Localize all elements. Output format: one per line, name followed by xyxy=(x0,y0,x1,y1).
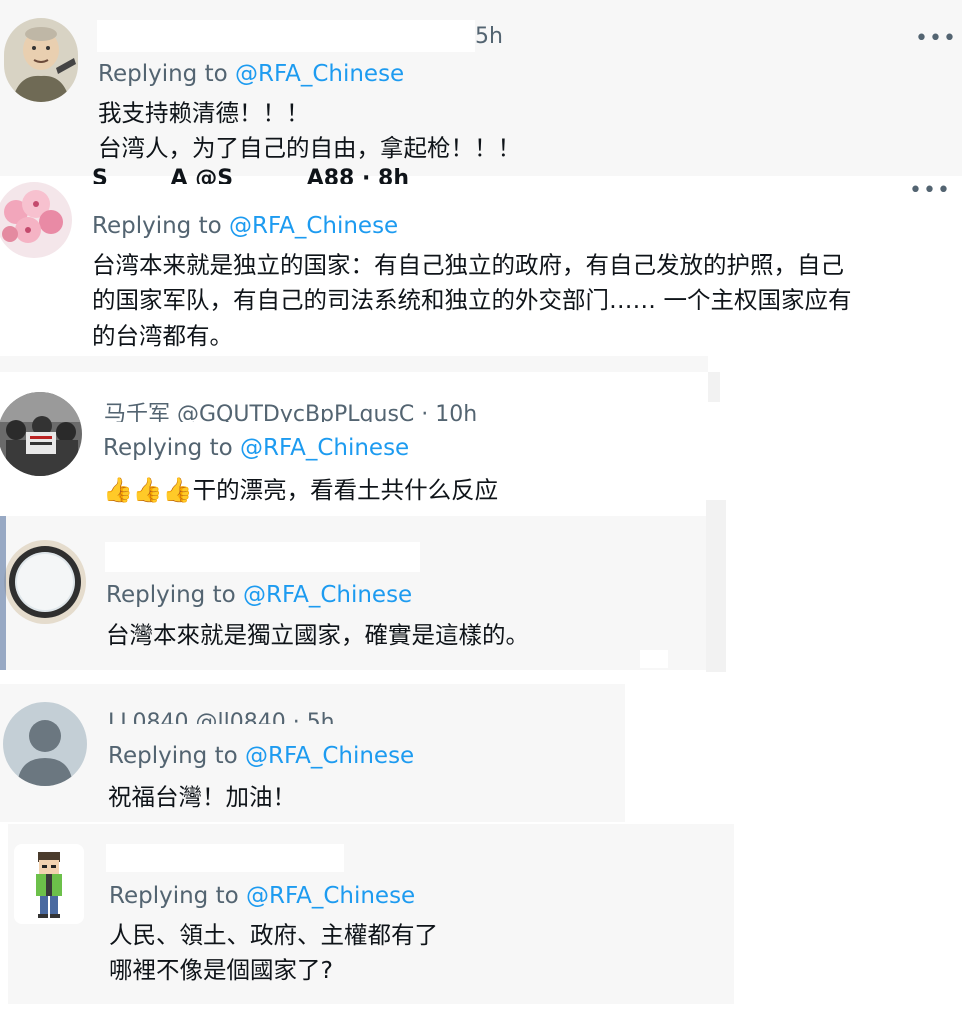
default-profile-icon xyxy=(3,702,87,786)
more-options-icon[interactable]: ••• xyxy=(909,180,951,202)
tweet-text-line: 台湾本来就是独立的国家：有自己独立的政府，有自己发放的护照，自己 xyxy=(92,251,844,279)
user-avatar[interactable] xyxy=(3,702,87,786)
redacted-name-block xyxy=(97,20,475,52)
more-options-icon[interactable]: ••• xyxy=(915,28,957,50)
tweet-text-content: 干的漂亮，看看土共什么反应 xyxy=(192,476,499,504)
edge-strip xyxy=(0,516,6,670)
tweet-card[interactable]: 马千军 @GQUTDycBpPLqusC · 10h Replying to @… xyxy=(0,372,708,514)
caricature-avatar-image xyxy=(4,18,78,102)
tweet-text-line: 祝福台灣！加油！ xyxy=(108,783,296,811)
redacted-name-block xyxy=(106,844,344,872)
tweet-text-line: 的国家军队，有自己的司法系统和独立的外交部门…… 一个主权国家应有 xyxy=(92,286,852,315)
reply-handle-link[interactable]: @RFA_Chinese xyxy=(246,883,415,909)
reply-handle-link[interactable]: @RFA_Chinese xyxy=(235,61,404,87)
divider xyxy=(666,672,726,748)
pixel-character-avatar-image xyxy=(14,844,84,924)
ring-avatar-image xyxy=(4,540,86,624)
replying-to-label: Replying to xyxy=(103,435,240,461)
tweet-card[interactable]: LL0840 @ll0840 · 5h Replying to @RFA_Chi… xyxy=(0,684,625,822)
thumbs-up-emoji: 👍👍👍 xyxy=(103,476,193,504)
tweet-author-meta[interactable]: S_____ A @S______ A88 · 8h xyxy=(92,166,612,184)
tweet-text: 台灣本來就是獨立國家，確實是這樣的。 xyxy=(106,618,529,653)
divider xyxy=(708,372,720,402)
tweet-text: 我支持赖清德！！！ 台湾人，为了自己的自由，拿起枪！！！ xyxy=(98,96,521,167)
reply-handle-link[interactable]: @RFA_Chinese xyxy=(240,435,409,461)
tweet-text-line: 台湾人，为了自己的自由，拿起枪！！！ xyxy=(98,134,521,163)
tweet-text-line: 哪裡不像是個國家了? xyxy=(109,956,333,985)
replying-to-label: Replying to xyxy=(109,883,246,909)
replying-to-label: Replying to xyxy=(98,61,235,87)
replying-to: Replying to @RFA_Chinese xyxy=(106,582,412,610)
replying-to-label: Replying to xyxy=(106,582,243,608)
tweet-text-line: 👍👍👍干的漂亮，看看土共什么反应 xyxy=(103,472,498,508)
tweet-text-line: 的台湾都有。 xyxy=(92,321,233,350)
tweet-card[interactable]: Replying to @RFA_Chinese 人民、領土、政府、主權都有了 … xyxy=(8,824,734,1004)
tweet-card[interactable]: Replying to @RFA_Chinese 台灣本來就是獨立國家，確實是這… xyxy=(0,516,706,670)
tweet-card[interactable]: S_____ A @S______ A88 · 8h ••• Replying … xyxy=(0,166,962,356)
tweet-author-meta[interactable]: 马千军 @GQUTDycBpPLqusC · 10h xyxy=(104,402,524,422)
tweet-author-meta[interactable]: LL0840 @ll0840 · 5h xyxy=(108,710,388,724)
tweet-time: 5h xyxy=(475,24,503,49)
user-avatar[interactable] xyxy=(14,844,84,924)
tweet-card[interactable]: 5h ••• Replying to @RFA_Chinese 我支持赖清德！！… xyxy=(0,0,962,176)
photo-avatar-image xyxy=(0,392,82,476)
replying-to-label: Replying to xyxy=(92,213,229,239)
tweet-text-line: 人民、領土、政府、主權都有了 xyxy=(109,921,438,949)
tweet-text-line: 我支持赖清德！！！ xyxy=(98,99,310,127)
tweet-text-line: 台灣本來就是獨立國家，確實是這樣的。 xyxy=(106,621,529,649)
divider xyxy=(640,650,668,668)
replying-to: Replying to @RFA_Chinese xyxy=(98,61,404,89)
tweet-text: 台湾本来就是独立的国家：有自己独立的政府，有自己发放的护照，自己 的国家军队，有… xyxy=(92,248,952,354)
divider xyxy=(0,356,708,372)
user-avatar[interactable] xyxy=(4,18,78,102)
user-avatar[interactable] xyxy=(0,182,72,258)
user-avatar[interactable] xyxy=(0,392,82,476)
replying-to: Replying to @RFA_Chinese xyxy=(108,743,414,771)
reply-handle-link[interactable]: @RFA_Chinese xyxy=(229,213,398,239)
user-avatar[interactable] xyxy=(4,540,86,624)
reply-handle-link[interactable]: @RFA_Chinese xyxy=(245,743,414,769)
reply-handle-link[interactable]: @RFA_Chinese xyxy=(243,582,412,608)
tweet-text: 祝福台灣！加油！ xyxy=(108,780,296,815)
tweet-text: 人民、領土、政府、主權都有了 哪裡不像是個國家了? xyxy=(109,918,438,989)
redacted-name-block xyxy=(105,542,420,572)
replying-to-label: Replying to xyxy=(108,743,245,769)
replying-to: Replying to @RFA_Chinese xyxy=(109,883,415,911)
replying-to: Replying to @RFA_Chinese xyxy=(92,213,398,241)
blossom-avatar-image xyxy=(0,182,72,258)
tweet-text: 👍👍👍干的漂亮，看看土共什么反应 xyxy=(103,472,498,508)
replying-to: Replying to @RFA_Chinese xyxy=(103,435,409,463)
